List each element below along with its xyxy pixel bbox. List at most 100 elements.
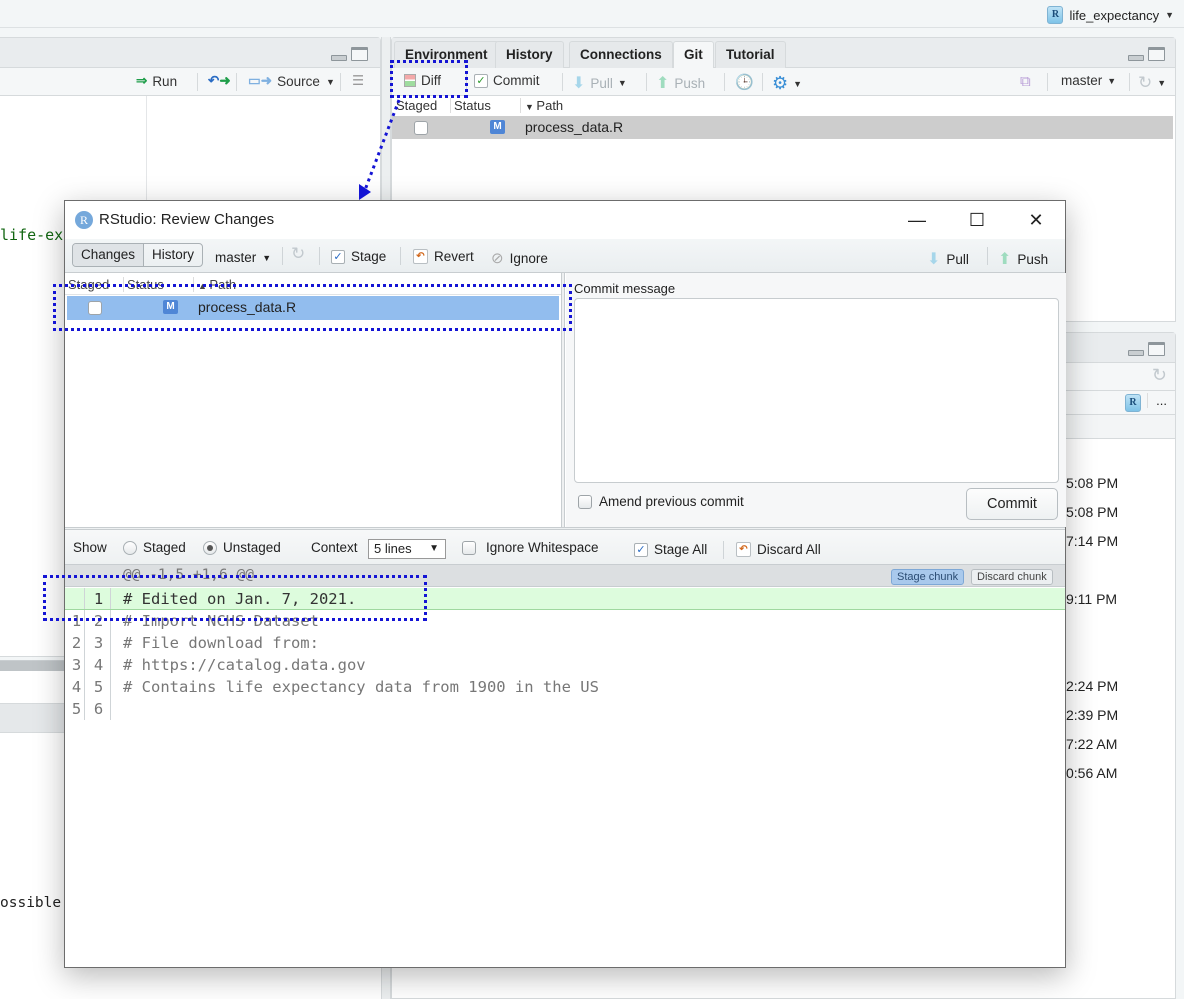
minimize-pane-icon[interactable] xyxy=(1128,55,1144,61)
discard-chunk-button[interactable]: Discard chunk xyxy=(971,569,1053,585)
maximize-window-button[interactable]: ☐ xyxy=(965,209,989,231)
diff-line-context[interactable]: 4 5 # Contains life expectancy data from 1… xyxy=(65,676,1065,698)
diff-line-context[interactable]: 2 3 # File download from: xyxy=(65,632,1065,654)
column-status[interactable]: Status xyxy=(123,277,164,292)
diff-line-context[interactable]: 1 2 # Import NCHS Dataset xyxy=(65,610,1065,632)
column-path[interactable]: ▼ Path xyxy=(520,98,563,113)
show-unstaged-option[interactable]: Unstaged xyxy=(203,540,281,555)
diff-line-added[interactable]: 1 # Edited on Jan. 7, 2021. xyxy=(65,588,1065,610)
chevron-down-icon: ▼ xyxy=(429,543,439,554)
revert-button[interactable]: ↶ Revert xyxy=(413,249,474,264)
chevron-down-icon: ▼ xyxy=(262,252,272,263)
minimize-pane-icon[interactable] xyxy=(331,55,347,61)
refresh-icon[interactable]: ↻ xyxy=(1152,365,1167,386)
toolbar-divider xyxy=(466,73,467,91)
refresh-button[interactable]: ↻ ▼ xyxy=(1138,73,1166,93)
tab-git[interactable]: Git xyxy=(673,41,714,69)
branch-dropdown[interactable]: master ▼ xyxy=(215,250,271,265)
pull-button[interactable]: ⬇ Pull ▼ xyxy=(572,73,627,93)
sort-desc-icon: ▼ xyxy=(525,102,537,112)
column-status[interactable]: Status xyxy=(450,98,491,113)
branch-graph-button[interactable]: ⧉ xyxy=(1020,73,1031,90)
column-path[interactable]: ▲ Path xyxy=(193,277,236,292)
view-switch: Changes History xyxy=(72,243,204,267)
discard-all-button[interactable]: ↶ Discard All xyxy=(736,542,821,557)
file-row-selected[interactable]: M process_data.R xyxy=(67,296,559,320)
list-commit-splitter[interactable] xyxy=(562,273,565,527)
stage-chunk-button[interactable]: Stage chunk xyxy=(891,569,965,585)
history-clock-button[interactable]: 🕒 xyxy=(735,73,754,91)
amend-checkbox[interactable] xyxy=(578,494,592,509)
ignore-whitespace-option[interactable]: Ignore Whitespace xyxy=(462,540,599,555)
more-button[interactable]: ... xyxy=(1147,393,1167,408)
file-modified-time: 5:08 PM xyxy=(1066,504,1119,520)
project-menu[interactable]: R life_expectancy ▼ xyxy=(1047,6,1174,24)
maximize-pane-icon[interactable] xyxy=(351,47,368,61)
changes-tab[interactable]: Changes xyxy=(73,244,145,266)
minimize-window-button[interactable]: — xyxy=(905,209,929,231)
toolbar-divider xyxy=(762,73,763,91)
context-select[interactable]: 5 lines ▼ xyxy=(368,539,446,559)
branch-dropdown[interactable]: master ▼ xyxy=(1061,73,1116,88)
history-tab[interactable]: History xyxy=(144,244,202,266)
close-window-button[interactable]: ✕ xyxy=(1024,209,1048,231)
tab-connections[interactable]: Connections xyxy=(569,41,673,68)
minimize-pane-icon[interactable] xyxy=(1128,350,1144,356)
commit-button[interactable]: Commit xyxy=(966,488,1058,520)
chevron-down-icon: ▼ xyxy=(793,78,803,89)
run-button[interactable]: ⇒ Run xyxy=(136,73,177,89)
commit-message-input[interactable] xyxy=(574,298,1059,483)
source-icon: ▭➜ xyxy=(248,73,273,88)
diff-line-context[interactable]: 3 4 # https://catalog.data.gov xyxy=(65,654,1065,676)
file-modified-time: 0:56 AM xyxy=(1066,765,1118,781)
commit-panel: Commit message Amend previous commit Com… xyxy=(566,273,1066,527)
context-label: Context xyxy=(311,540,358,555)
code-line[interactable]: life-ex xyxy=(0,226,63,244)
push-button[interactable]: ⬆ Push xyxy=(998,249,1048,269)
diff-button[interactable]: Diff xyxy=(404,73,441,88)
file-modified-time: 7:14 PM xyxy=(1066,533,1119,549)
stage-all-button[interactable]: ✓ Stage All xyxy=(634,542,707,557)
show-staged-option[interactable]: Staged xyxy=(123,540,186,555)
unstaged-radio[interactable] xyxy=(203,540,217,555)
column-staged[interactable]: Staged xyxy=(396,98,437,113)
outline-icon[interactable]: ☰ xyxy=(352,73,364,89)
ignore-whitespace-checkbox[interactable] xyxy=(462,540,476,555)
tab-history[interactable]: History xyxy=(495,41,564,68)
amend-commit-option[interactable]: Amend previous commit xyxy=(578,494,744,509)
new-line-number: 4 xyxy=(87,654,111,676)
staged-radio[interactable] xyxy=(123,540,137,555)
column-staged[interactable]: Staged xyxy=(68,277,109,292)
new-line-number: 1 xyxy=(87,588,111,609)
source-button[interactable]: ▭➜ Source xyxy=(248,73,320,89)
dialog-title: RStudio: Review Changes xyxy=(99,211,275,228)
commit-button[interactable]: ✓ Commit xyxy=(474,73,540,88)
ignore-button[interactable]: ⊘ Ignore xyxy=(491,249,548,267)
changed-files-list: Staged Status ▲ Path M process_data.R xyxy=(65,273,562,527)
console-output: ossible xyxy=(0,895,62,911)
dialog-title-bar[interactable]: R RStudio: Review Changes — ☐ ✕ xyxy=(65,201,1065,239)
stage-button[interactable]: ✓ Stage xyxy=(331,249,386,264)
r-project-icon: R xyxy=(1047,6,1064,24)
source-options-dropdown[interactable]: ▼ xyxy=(326,77,335,87)
git-file-row[interactable]: M process_data.R xyxy=(392,116,1173,139)
rerun-button[interactable]: ↶➜ xyxy=(208,73,231,89)
staged-checkbox[interactable] xyxy=(88,301,102,315)
tab-environment[interactable]: Environment xyxy=(394,41,499,68)
chevron-down-icon[interactable]: ▼ xyxy=(618,78,627,88)
diff-line-context[interactable]: 56 xyxy=(65,698,1065,720)
refresh-button[interactable]: ↻ xyxy=(291,244,305,264)
diff-line-text: # Edited on Jan. 7, 2021. xyxy=(123,590,357,608)
git-settings-button[interactable]: ⚙ ▼ xyxy=(772,73,802,94)
staged-checkbox[interactable] xyxy=(414,121,428,135)
toolbar-divider xyxy=(562,73,563,91)
maximize-pane-icon[interactable] xyxy=(1148,47,1165,61)
r-project-icon[interactable]: R xyxy=(1125,394,1141,412)
old-line-number: 5 xyxy=(69,698,85,720)
branch-icon: ⧉ xyxy=(1020,73,1031,90)
pull-button[interactable]: ⬇ Pull xyxy=(927,249,969,269)
maximize-pane-icon[interactable] xyxy=(1148,342,1165,356)
push-button[interactable]: ⬆ Push xyxy=(656,73,705,93)
commit-check-icon: ✓ xyxy=(474,73,488,88)
tab-tutorial[interactable]: Tutorial xyxy=(715,41,786,68)
